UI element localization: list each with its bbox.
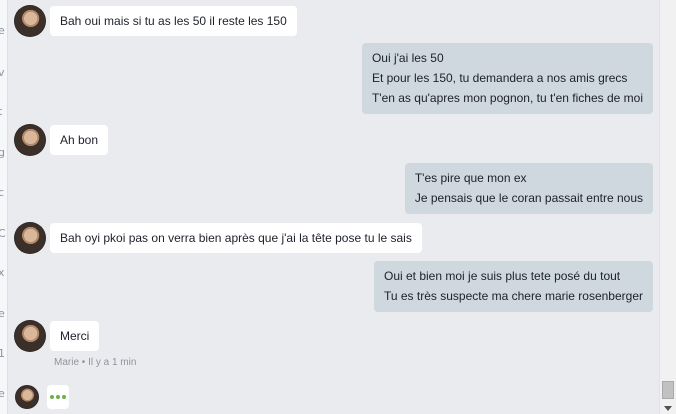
contact-avatar[interactable]	[14, 320, 46, 352]
outgoing-message: Oui et bien moi je suis plus tete posé d…	[373, 261, 653, 312]
contact-avatar[interactable]	[15, 385, 39, 409]
chat-thread: Bah oui mais si tu as les 50 il reste le…	[7, 0, 659, 414]
message-text: Et pour les 150, tu demandera a nos amis…	[371, 71, 628, 85]
contact-avatar[interactable]	[14, 5, 46, 37]
message-text: Oui et bien moi je suis plus tete posé d…	[383, 269, 621, 283]
outgoing-message: Oui j'ai les 50 Et pour les 150, tu dema…	[361, 43, 653, 114]
incoming-message: Ah bon	[50, 125, 109, 155]
chat-scrollbar[interactable]	[659, 0, 676, 414]
contact-avatar[interactable]	[14, 124, 46, 156]
incoming-message: Bah oui mais si tu as les 50 il reste le…	[50, 6, 297, 36]
left-panel-letter: e	[0, 307, 5, 320]
left-panel-letter: v	[0, 66, 5, 79]
message-text: Merci	[60, 329, 90, 343]
incoming-message: Merci	[50, 321, 100, 351]
outgoing-message: T'es pire que mon ex Je pensais que le c…	[404, 163, 653, 214]
typing-dots-icon	[47, 385, 69, 409]
last-seen-status: Marie • Il y a 1 min	[54, 357, 137, 368]
typing-dot	[62, 395, 66, 399]
scroll-down-arrow-icon[interactable]	[664, 406, 672, 411]
message-text: Oui j'ai les 50	[371, 51, 444, 65]
typing-dot	[56, 395, 60, 399]
message-text: Tu es très suspecte ma chere marie rosen…	[383, 289, 643, 303]
left-panel-letter: e	[0, 387, 5, 400]
message-text: Bah oui mais si tu as les 50 il reste le…	[60, 14, 287, 28]
message-text: T'es pire que mon ex	[414, 171, 527, 185]
left-panel-letter: g	[0, 146, 5, 159]
left-panel-letter: x	[0, 266, 5, 279]
left-panel-letter: c	[0, 186, 4, 199]
left-panel-letter: e	[0, 24, 5, 37]
left-panel-letter: t	[0, 105, 2, 118]
left-panel-letter: 1	[0, 347, 5, 360]
left-panel-letter: C	[0, 227, 6, 240]
message-text: Bah oyi pkoi pas on verra bien après que…	[60, 231, 412, 245]
message-text: Ah bon	[60, 133, 99, 147]
typing-dot	[50, 395, 54, 399]
message-text: T'en as qu'apres mon pognon, tu t'en fic…	[371, 91, 643, 105]
incoming-message: Bah oyi pkoi pas on verra bien après que…	[50, 223, 422, 253]
scrollbar-thumb[interactable]	[662, 381, 674, 399]
contact-avatar[interactable]	[14, 222, 46, 254]
message-text: Je pensais que le coran passait entre no…	[414, 191, 643, 205]
